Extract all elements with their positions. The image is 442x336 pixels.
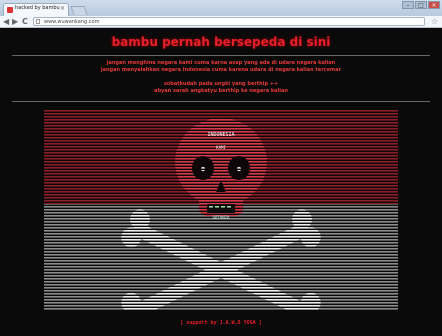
tab-strip: hacked by bambu × – □ × [0,0,442,16]
url-text: www.wuwankang.com [44,19,100,25]
skull-crossbones-art: INDONESIA KAMI GOTANZA [44,110,398,310]
tab-title: hacked by bambu [15,5,60,11]
skull-label-2: KAMI [216,145,226,150]
message-line-2: jangan menyalahkan negara Indonesia cuma… [100,67,342,73]
maximize-button[interactable]: □ [415,1,427,9]
tab-close-icon[interactable]: × [60,5,65,12]
teeth-label: GOTANZA [213,215,230,220]
forward-button[interactable]: ▶ [12,17,18,26]
new-tab-button[interactable] [70,6,88,15]
browser-tab[interactable]: hacked by bambu × [3,3,69,16]
skull-label: INDONESIA [207,132,234,138]
favicon-icon [7,7,13,13]
address-bar[interactable]: www.wuwankang.com [33,17,425,26]
page-content: bambu pernah bersepeda di sini jangan me… [0,28,442,336]
divider [12,55,430,56]
sign-line-2: abyan sarah angkatyu berthip ke negara k… [154,88,288,94]
footer-credit: [ support by J.A.W.O YOGA ] [180,320,262,326]
message-line-1: jangan menghina negara kami cuma karna a… [106,60,336,66]
browser-toolbar: ◀ ▶ C www.wuwankang.com [0,16,442,28]
reload-button[interactable]: C [22,17,28,26]
back-button[interactable]: ◀ [3,17,9,26]
page-title: bambu pernah bersepeda di sini [111,35,331,49]
divider [12,101,430,102]
bookmark-star-icon[interactable]: ☆ [431,17,438,26]
minimize-button[interactable]: – [402,1,414,9]
window-controls: – □ × [402,1,440,9]
sign-line-1: sobatkudah pada ungki yang berthip ++ [163,81,279,87]
close-button[interactable]: × [428,1,440,9]
page-icon [36,19,40,24]
